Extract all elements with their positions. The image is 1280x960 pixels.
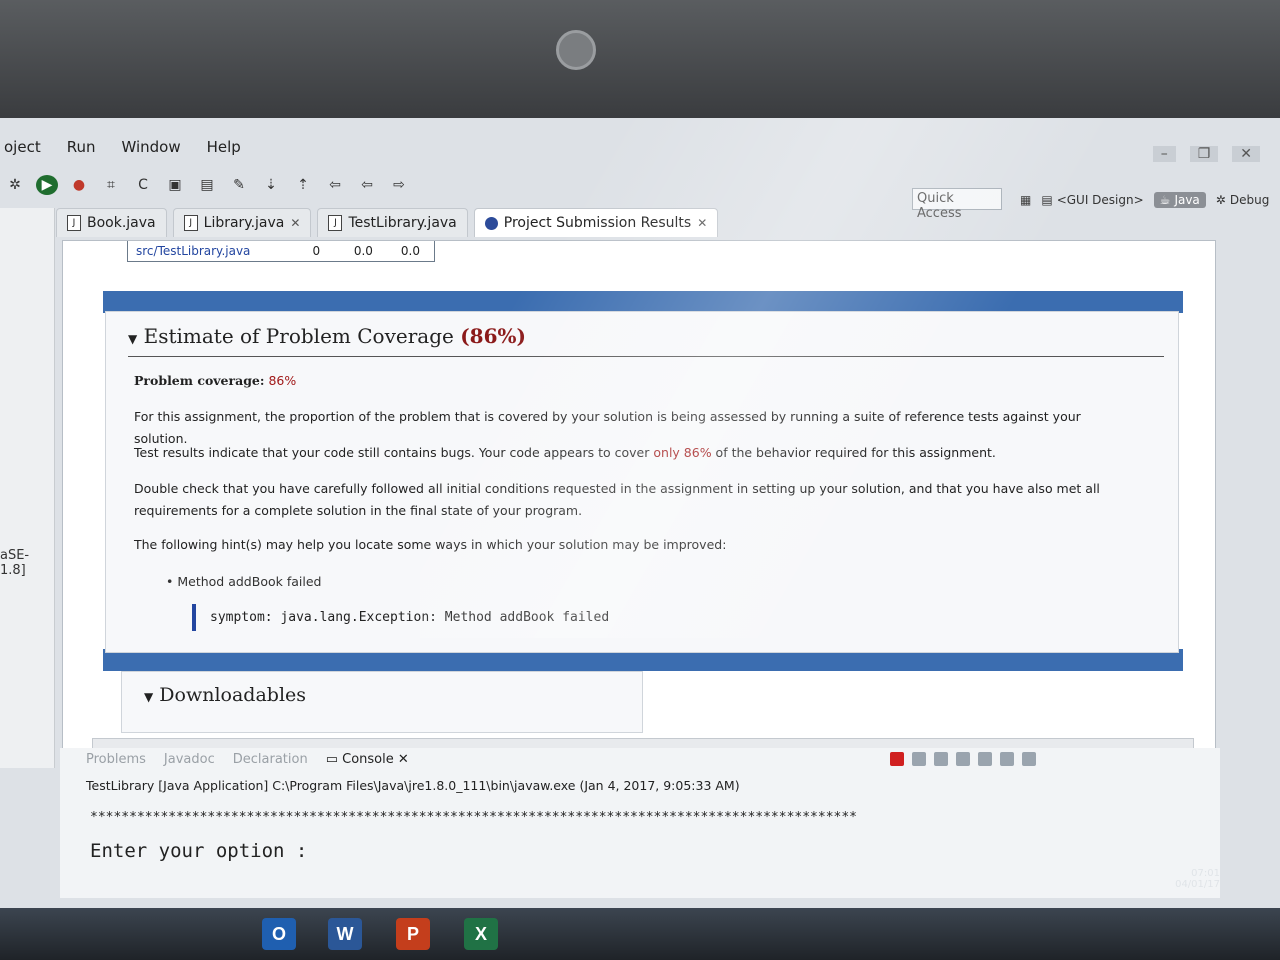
menu-project[interactable]: oject [0,134,45,160]
console-panel: Problems Javadoc Declaration ▭ Console ✕… [60,748,1220,898]
menu-window[interactable]: Window [117,134,184,160]
layout-icon: ▤ [1041,193,1053,207]
file-link[interactable]: src/TestLibrary.java [128,244,293,258]
tab-problems[interactable]: Problems [86,752,146,767]
console-process-header: TestLibrary [Java Application] C:\Progra… [86,778,740,793]
debug-icon[interactable]: ✲ [4,175,26,195]
scroll-lock-icon[interactable] [978,752,992,766]
menu-bar: oject Run Window Help [0,134,1280,160]
clear-console-icon[interactable] [956,752,970,766]
eclipse-window: oject Run Window Help – ❐ ✕ ✲ ▶ ● ⌗ C ▣ … [0,118,1280,908]
open-perspective-icon[interactable]: ▦ [1020,193,1031,207]
next-annotation-icon[interactable]: ⇣ [260,175,282,195]
results-browser: src/TestLibrary.java 0 0.0 0.0 ▼ Estimat… [62,240,1216,752]
menu-help[interactable]: Help [203,134,245,160]
divider [128,356,1164,357]
perspective-debug[interactable]: ✲ Debug [1216,193,1270,207]
word-taskbar-icon[interactable]: W [328,918,362,950]
perspective-switcher: ▦ ▤ <GUI Design> ☕ Java ✲ Debug [1020,192,1269,208]
open-task-icon[interactable]: ▤ [196,175,218,195]
bullet-icon: • [166,574,174,589]
section-title[interactable]: ▼ Downloadables [144,684,306,706]
quick-access-input[interactable]: Quick Access [912,188,1002,221]
jre-label: aSE-1.8] [0,548,30,578]
tab-library-java[interactable]: J Library.java ✕ [172,208,312,237]
browser-icon [484,216,498,230]
laptop-bezel [0,0,1280,118]
external-tools-icon[interactable]: ● [68,175,90,195]
remove-launch-icon[interactable] [912,752,926,766]
terminate-icon[interactable] [890,752,904,766]
coverage-section: ▼ Estimate of Problem Coverage (86%) Pro… [105,311,1179,653]
package-explorer-panel: aSE-1.8] [0,208,55,768]
webcam [556,30,596,70]
perspective-gui-design[interactable]: ▤ <GUI Design> [1041,193,1143,207]
tab-label: Project Submission Results [503,215,692,231]
minimize-icon[interactable]: – [1152,146,1176,162]
back-icon[interactable]: ⇦ [356,175,378,195]
section-divider [103,291,1183,313]
collapse-arrow-icon: ▼ [144,690,154,704]
pin-console-icon[interactable] [1000,752,1014,766]
tab-label: TestLibrary.java [348,215,457,231]
prev-annotation-icon[interactable]: ⇡ [292,175,314,195]
coverage-percent: (86%) [460,324,526,348]
system-clock[interactable]: 07:01 04/01/17 [1175,868,1220,890]
java-icon: ☕ [1159,193,1171,207]
java-file-icon: J [328,215,343,231]
java-file-icon: J [67,215,81,231]
tab-book-java[interactable]: J Book.java [56,208,167,237]
remove-all-icon[interactable] [934,752,948,766]
tab-label: Book.java [87,215,156,231]
console-output-line: ****************************************… [90,810,858,825]
last-edit-icon[interactable]: ⇦ [324,175,346,195]
open-console-icon[interactable] [1022,752,1036,766]
table-cell: 0 [312,244,321,258]
tab-label: Library.java [203,215,285,231]
tab-project-submission-results[interactable]: Project Submission Results ✕ [473,208,719,237]
windows-taskbar: 07:01 04/01/17 O W P X [0,868,1280,960]
run-icon[interactable]: ▶ [36,175,58,195]
menu-run[interactable]: Run [63,134,100,160]
hint-item: • Method addBook failed [166,574,322,589]
open-type-icon[interactable]: ▣ [164,175,186,195]
paragraph-double-check: Double check that you have carefully fol… [134,481,1100,518]
main-toolbar: ✲ ▶ ● ⌗ C ▣ ▤ ✎ ⇣ ⇡ ⇦ ⇦ ⇨ [0,168,904,202]
close-tab-icon[interactable]: ✕ [290,216,300,230]
console-icon: ▭ [325,752,338,767]
collapse-arrow-icon: ▼ [128,332,138,346]
paragraph-results: Test results indicate that your code sti… [134,445,996,460]
bottom-tabs: Problems Javadoc Declaration ▭ Console ✕ [86,752,409,767]
results-table-row: src/TestLibrary.java 0 0.0 0.0 [127,241,435,262]
console-prompt[interactable]: Enter your option : [90,840,307,862]
section-title[interactable]: ▼ Estimate of Problem Coverage (86%) [128,324,526,348]
coverage-line: Problem coverage: 86% [134,373,297,388]
close-icon[interactable]: ✕ [1232,146,1260,162]
java-file-icon: J [183,215,198,231]
table-cell: 0.0 [353,244,373,258]
excel-taskbar-icon[interactable]: X [464,918,498,950]
tab-javadoc[interactable]: Javadoc [164,752,215,767]
window-controls: – ❐ ✕ [1152,146,1260,162]
tab-console[interactable]: ▭ Console ✕ [326,752,409,767]
tab-testlibrary-java[interactable]: J TestLibrary.java [317,208,468,237]
table-cell: 0.0 [400,244,420,258]
search-icon[interactable]: ✎ [228,175,250,195]
bug-icon: ✲ [1215,193,1226,207]
downloadables-section: ▼ Downloadables [121,671,643,733]
forward-icon[interactable]: ⇨ [388,175,410,195]
powerpoint-taskbar-icon[interactable]: P [396,918,430,950]
perspective-java[interactable]: ☕ Java [1153,192,1206,208]
new-class-icon[interactable]: C [132,175,154,195]
tab-declaration[interactable]: Declaration [233,752,308,767]
outlook-taskbar-icon[interactable]: O [262,918,296,950]
close-tab-icon[interactable]: ✕ [398,752,409,767]
restore-icon[interactable]: ❐ [1189,146,1219,162]
symptom-block: symptom: java.lang.Exception: Method add… [192,604,623,631]
console-toolbar [890,752,1036,766]
new-package-icon[interactable]: ⌗ [100,175,122,195]
editor-tabs: J Book.java J Library.java ✕ J TestLibra… [56,208,719,240]
paragraph-hints-intro: The following hint(s) may help you locat… [134,537,727,552]
close-tab-icon[interactable]: ✕ [697,216,707,230]
